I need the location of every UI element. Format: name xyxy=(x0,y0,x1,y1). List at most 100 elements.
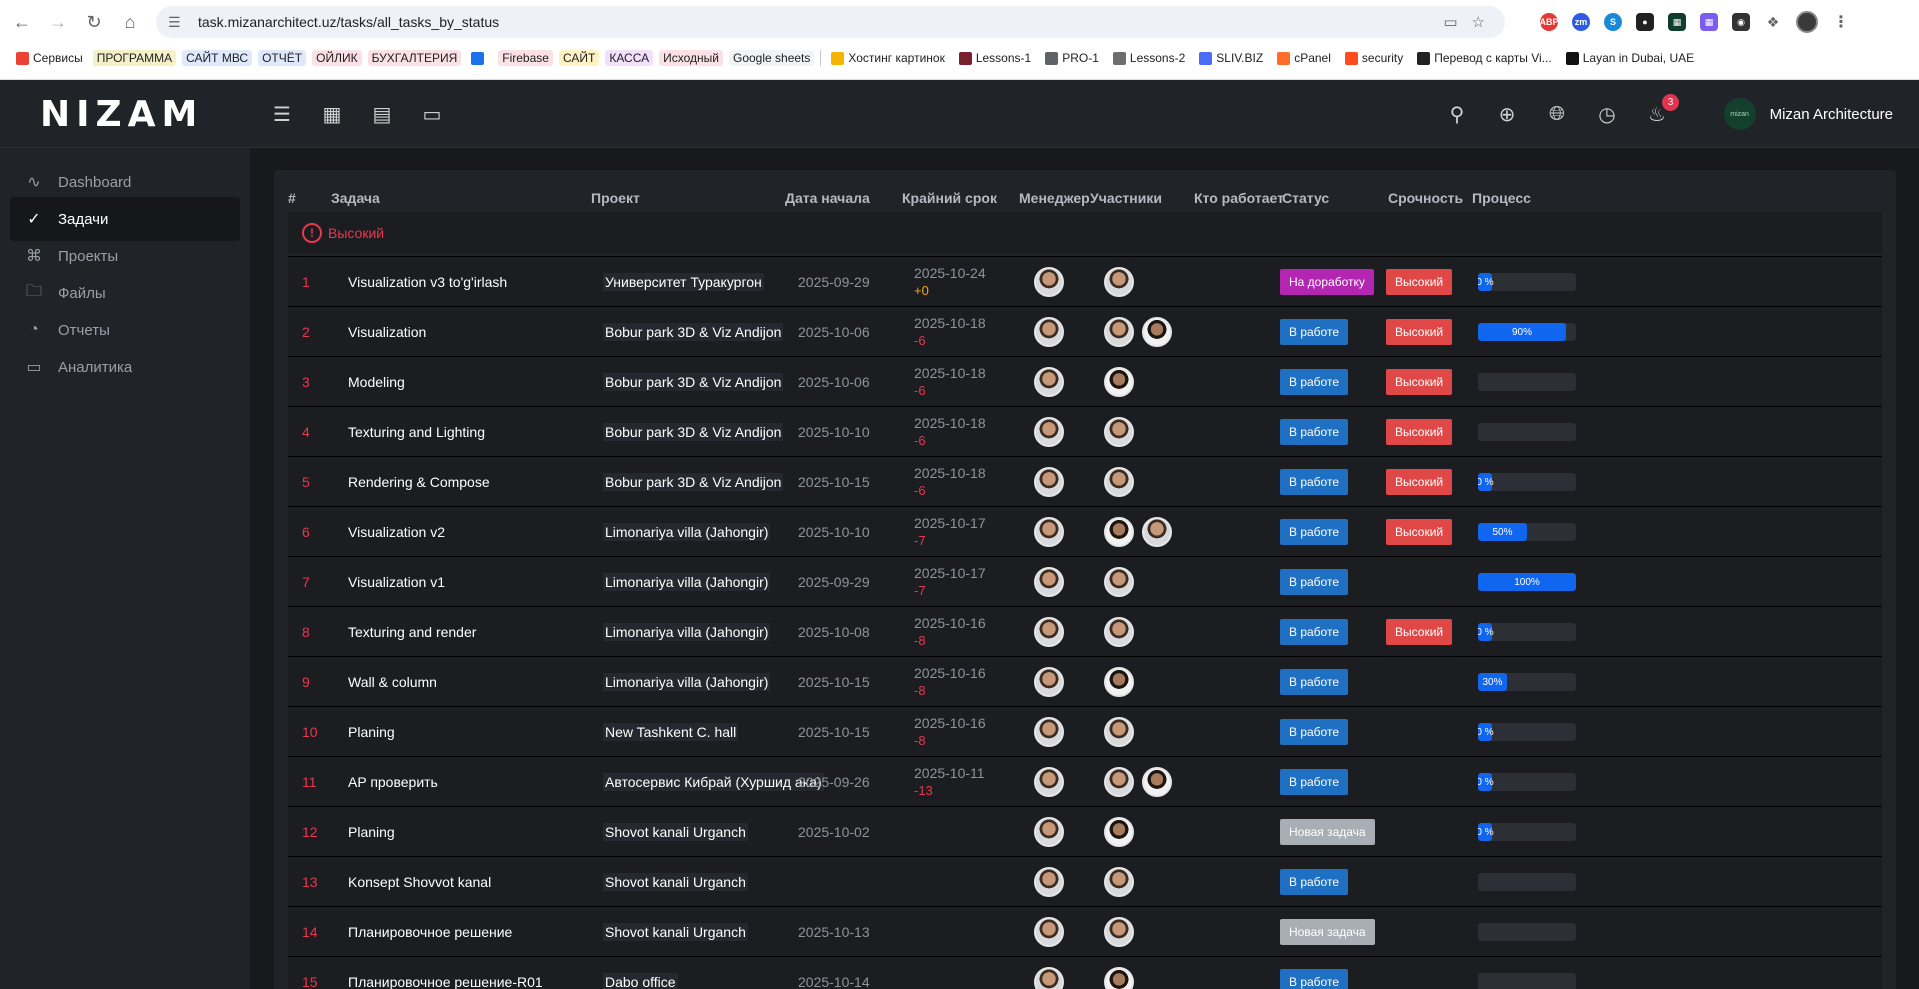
table-row[interactable]: 2 Visualization Bobur park 3D & Viz Andijo… xyxy=(288,306,1882,356)
header-manager[interactable]: Менеджер xyxy=(1019,190,1090,206)
manager-avatar[interactable] xyxy=(1034,917,1064,947)
table-row[interactable]: 3 Modeling Bobur park 3D & Viz Andijon 2025… xyxy=(288,356,1882,406)
zoom-extension-icon[interactable]: zm xyxy=(1572,13,1590,31)
participant-avatar[interactable] xyxy=(1104,317,1134,347)
status-badge[interactable]: В работе xyxy=(1280,669,1349,695)
task-name-link[interactable]: Planing xyxy=(348,707,395,757)
header-process[interactable]: Процесс xyxy=(1472,190,1531,206)
table-row[interactable]: 14 Планировочное решение Shovot kanali Urg… xyxy=(288,906,1882,956)
site-info-icon[interactable]: ☰ xyxy=(168,14,186,31)
participant-avatar[interactable] xyxy=(1104,667,1134,697)
urgency-badge[interactable]: Высокий xyxy=(1386,369,1453,395)
participant-avatar[interactable] xyxy=(1104,367,1134,397)
manager-avatar[interactable] xyxy=(1034,417,1064,447)
urgency-badge[interactable]: Высокий xyxy=(1386,469,1453,495)
shazam-icon[interactable]: S xyxy=(1604,13,1622,31)
project-name-link[interactable]: Bobur park 3D & Viz Andijon xyxy=(603,423,784,441)
project-name-link[interactable]: Bobur park 3D & Viz Andijon xyxy=(603,473,784,491)
urgency-badge[interactable]: Высокий xyxy=(1386,519,1453,545)
table-row[interactable]: 7 Visualization v1 Limonariya villa (Jahon… xyxy=(288,556,1882,606)
bookmark-item[interactable]: Lessons-1 xyxy=(955,50,1035,66)
participant-avatar[interactable] xyxy=(1104,917,1134,947)
bookmark-item[interactable]: Перевод с карты Vi... xyxy=(1413,50,1555,66)
project-name-link[interactable]: Limonariya villa (Jahongir) xyxy=(603,673,771,691)
manager-avatar[interactable] xyxy=(1034,717,1064,747)
task-name-link[interactable]: Texturing and render xyxy=(348,607,476,657)
header-project[interactable]: Проект xyxy=(591,190,640,206)
urgency-badge[interactable]: Высокий xyxy=(1386,319,1453,345)
task-name-link[interactable]: Планировочное решение-R01 xyxy=(348,957,543,989)
table-row[interactable]: 5 Rendering & Compose Bobur park 3D & Viz … xyxy=(288,456,1882,506)
status-badge[interactable]: В работе xyxy=(1280,969,1349,989)
url-text[interactable]: task.mizanarchitect.uz/tasks/all_tasks_b… xyxy=(198,14,499,30)
participant-avatar[interactable] xyxy=(1104,567,1134,597)
table-row[interactable]: 11 AP проверить Автосервис Кибрай (Хуршид … xyxy=(288,756,1882,806)
monitor-icon[interactable]: ▭ xyxy=(420,102,444,126)
grid-extension-icon[interactable]: ▦ xyxy=(1700,13,1718,31)
manager-avatar[interactable] xyxy=(1034,517,1064,547)
project-name-link[interactable]: Shovot kanali Urganch xyxy=(603,873,748,891)
participant-avatar[interactable] xyxy=(1104,817,1134,847)
bookmark-item[interactable]: ОТЧЁТ xyxy=(258,50,307,66)
bookmark-item[interactable]: ОЙЛИК xyxy=(312,50,362,66)
extension-icon[interactable]: ◉ xyxy=(1732,13,1750,31)
manager-avatar[interactable] xyxy=(1034,567,1064,597)
participant-avatar[interactable] xyxy=(1142,317,1172,347)
task-name-link[interactable]: Texturing and Lighting xyxy=(348,407,485,457)
bookmark-item[interactable]: Исходный xyxy=(659,50,723,66)
participant-avatar[interactable] xyxy=(1142,767,1172,797)
task-name-link[interactable]: Visualization xyxy=(348,307,426,357)
apps-grid-icon[interactable]: ▦ xyxy=(320,102,344,126)
globe-icon[interactable]: 🌐︎ xyxy=(1545,102,1569,126)
project-name-link[interactable]: Shovot kanali Urganch xyxy=(603,823,748,841)
table-row[interactable]: 4 Texturing and Lighting Bobur park 3D & V… xyxy=(288,406,1882,456)
header-status[interactable]: Статус xyxy=(1282,190,1329,206)
manager-avatar[interactable] xyxy=(1034,317,1064,347)
user-menu[interactable]: mizan Mizan Architecture xyxy=(1723,80,1893,148)
project-name-link[interactable]: Университет Туракургон xyxy=(603,273,764,291)
participant-avatar[interactable] xyxy=(1104,767,1134,797)
manager-avatar[interactable] xyxy=(1034,617,1064,647)
table-row[interactable]: 15 Планировочное решение-R01 Dabo office 20… xyxy=(288,956,1882,989)
home-icon[interactable]: ⌂ xyxy=(116,8,144,36)
table-row[interactable]: 10 Planing New Tashkent C. hall 2025-10-15 2… xyxy=(288,706,1882,756)
status-badge[interactable]: На доработку xyxy=(1280,269,1374,295)
participant-avatar[interactable] xyxy=(1104,617,1134,647)
participant-avatar[interactable] xyxy=(1104,467,1134,497)
header-urgency[interactable]: Срочность xyxy=(1388,190,1463,206)
address-bar[interactable]: ☰ task.mizanarchitect.uz/tasks/all_tasks… xyxy=(156,6,1505,38)
manager-avatar[interactable] xyxy=(1034,867,1064,897)
status-badge[interactable]: В работе xyxy=(1280,319,1349,345)
color-picker-icon[interactable]: ▦ xyxy=(1668,13,1686,31)
bookmark-star-icon[interactable]: ☆ xyxy=(1472,13,1485,31)
briefcase-icon[interactable]: ▤ xyxy=(370,102,394,126)
task-name-link[interactable]: Visualization v2 xyxy=(348,507,445,557)
participant-avatar[interactable] xyxy=(1104,517,1134,547)
header-who-works[interactable]: Кто работает xyxy=(1194,190,1284,206)
status-badge[interactable]: Новая задача xyxy=(1280,819,1375,845)
bookmark-item[interactable]: Хостинг картинок xyxy=(827,50,948,66)
table-row[interactable]: 9 Wall & column Limonariya villa (Jahongir… xyxy=(288,656,1882,706)
task-name-link[interactable]: AP проверить xyxy=(348,757,438,807)
status-badge[interactable]: Новая задача xyxy=(1280,919,1375,945)
project-name-link[interactable]: Shovot kanali Urganch xyxy=(603,923,748,941)
participant-avatar[interactable] xyxy=(1104,867,1134,897)
task-name-link[interactable]: Konsept Shovvot kanal xyxy=(348,857,491,907)
browser-profile-avatar[interactable] xyxy=(1796,11,1818,33)
participant-avatar[interactable] xyxy=(1104,967,1134,989)
status-badge[interactable]: В работе xyxy=(1280,369,1349,395)
adblock-icon[interactable]: ABP xyxy=(1540,13,1559,31)
menu-toggle-icon[interactable]: ☰ xyxy=(270,102,294,126)
user-name[interactable]: Mizan Architecture xyxy=(1770,106,1893,123)
bookmark-item[interactable]: SLIV.BIZ xyxy=(1195,50,1267,66)
user-avatar[interactable]: mizan xyxy=(1723,98,1756,130)
table-row[interactable]: 1 Visualization v3 to'g'irlash Университет… xyxy=(288,256,1882,306)
bookmark-item[interactable]: cPanel xyxy=(1273,50,1335,66)
bookmark-item[interactable]: БУХГАЛТЕРИЯ xyxy=(367,50,462,66)
status-badge[interactable]: В работе xyxy=(1280,619,1349,645)
project-name-link[interactable]: Limonariya villa (Jahongir) xyxy=(603,623,771,641)
participant-avatar[interactable] xyxy=(1104,417,1134,447)
bookmark-item[interactable] xyxy=(467,51,492,66)
bell-icon[interactable]: ♨ 3 xyxy=(1645,94,1679,126)
participant-avatar[interactable] xyxy=(1104,267,1134,297)
